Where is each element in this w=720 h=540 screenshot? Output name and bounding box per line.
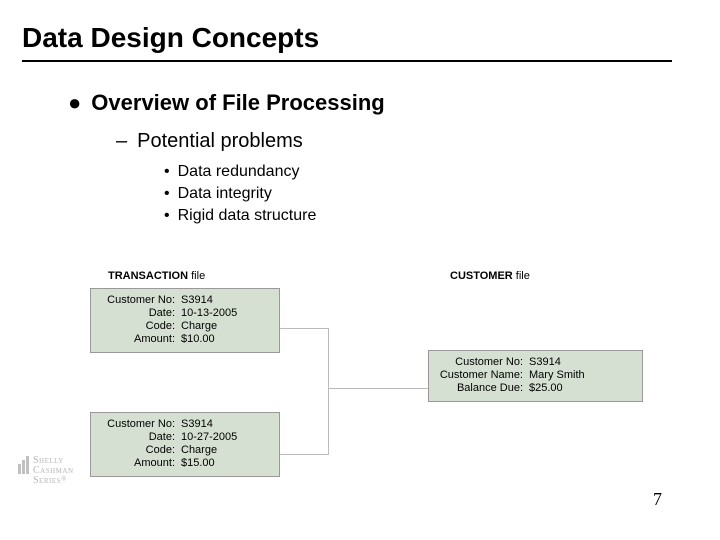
publisher-logo: Shelly Cashman Series®	[18, 456, 74, 486]
customer-record: Customer No:S3914 Customer Name:Mary Smi…	[428, 350, 643, 402]
connector-line	[280, 454, 328, 455]
page-number: 7	[653, 489, 662, 510]
field-value: $15.00	[181, 457, 215, 469]
dash-icon: –	[116, 130, 127, 152]
customer-file-label: CUSTOMER file	[450, 270, 530, 282]
dot-icon: •	[164, 207, 170, 224]
transaction-record-2: Customer No:S3914 Date:10-27-2005 Code:C…	[90, 412, 280, 477]
field-label: Amount:	[99, 457, 181, 469]
field-value: Charge	[181, 444, 217, 456]
logo-line3: Series	[33, 475, 61, 486]
transaction-label-suffix: file	[188, 270, 205, 282]
field-label: Customer No:	[99, 294, 181, 306]
transaction-record-1: Customer No:S3914 Date:10-13-2005 Code:C…	[90, 288, 280, 353]
transaction-label-bold: TRANSACTION	[108, 270, 188, 282]
field-value: S3914	[181, 294, 213, 306]
field-value: Mary Smith	[529, 369, 585, 381]
field-value: S3914	[529, 356, 561, 368]
bullet-level-2: –Potential problems	[116, 130, 692, 153]
transaction-file-label: TRANSACTION file	[108, 270, 205, 282]
dot-icon: •	[164, 163, 170, 180]
field-label: Balance Due:	[437, 382, 529, 394]
connector-line	[280, 328, 328, 329]
field-label: Customer Name:	[437, 369, 529, 381]
l1-text: Overview of File Processing	[91, 90, 384, 115]
field-value: $10.00	[181, 333, 215, 345]
field-label: Date:	[99, 431, 181, 443]
connector-line	[328, 328, 329, 455]
slide: Data Design Concepts ● Overview of File P…	[0, 0, 720, 540]
field-label: Date:	[99, 307, 181, 319]
l3-text-1: Data integrity	[178, 185, 272, 202]
bullet-level-1: ● Overview of File Processing	[68, 90, 692, 116]
field-value: 10-27-2005	[181, 431, 237, 443]
field-label: Code:	[99, 444, 181, 456]
logo-text: Shelly Cashman Series®	[33, 456, 74, 486]
field-label: Amount:	[99, 333, 181, 345]
field-value: Charge	[181, 320, 217, 332]
bullet-level-3: • Data redundancy	[164, 163, 692, 181]
customer-label-bold: CUSTOMER	[450, 270, 513, 282]
connector-line	[328, 388, 428, 389]
field-value: 10-13-2005	[181, 307, 237, 319]
dot-icon: •	[164, 185, 170, 202]
customer-label-suffix: file	[513, 270, 530, 282]
bullet-level-3: • Rigid data structure	[164, 207, 692, 225]
field-value: $25.00	[529, 382, 563, 394]
l3-text-0: Data redundancy	[178, 163, 300, 180]
bullet-level-3: • Data integrity	[164, 185, 692, 203]
logo-bars-icon	[18, 456, 30, 474]
field-value: S3914	[181, 418, 213, 430]
l3-text-2: Rigid data structure	[178, 207, 317, 224]
slide-title: Data Design Concepts	[22, 22, 672, 54]
l2-text: Potential problems	[137, 130, 303, 152]
field-label: Code:	[99, 320, 181, 332]
field-label: Customer No:	[437, 356, 529, 368]
bullet-icon: ●	[68, 90, 81, 115]
registered-icon: ®	[61, 475, 67, 483]
field-label: Customer No:	[99, 418, 181, 430]
content-block: ● Overview of File Processing –Potential …	[68, 90, 692, 225]
title-bar: Data Design Concepts	[22, 22, 672, 62]
